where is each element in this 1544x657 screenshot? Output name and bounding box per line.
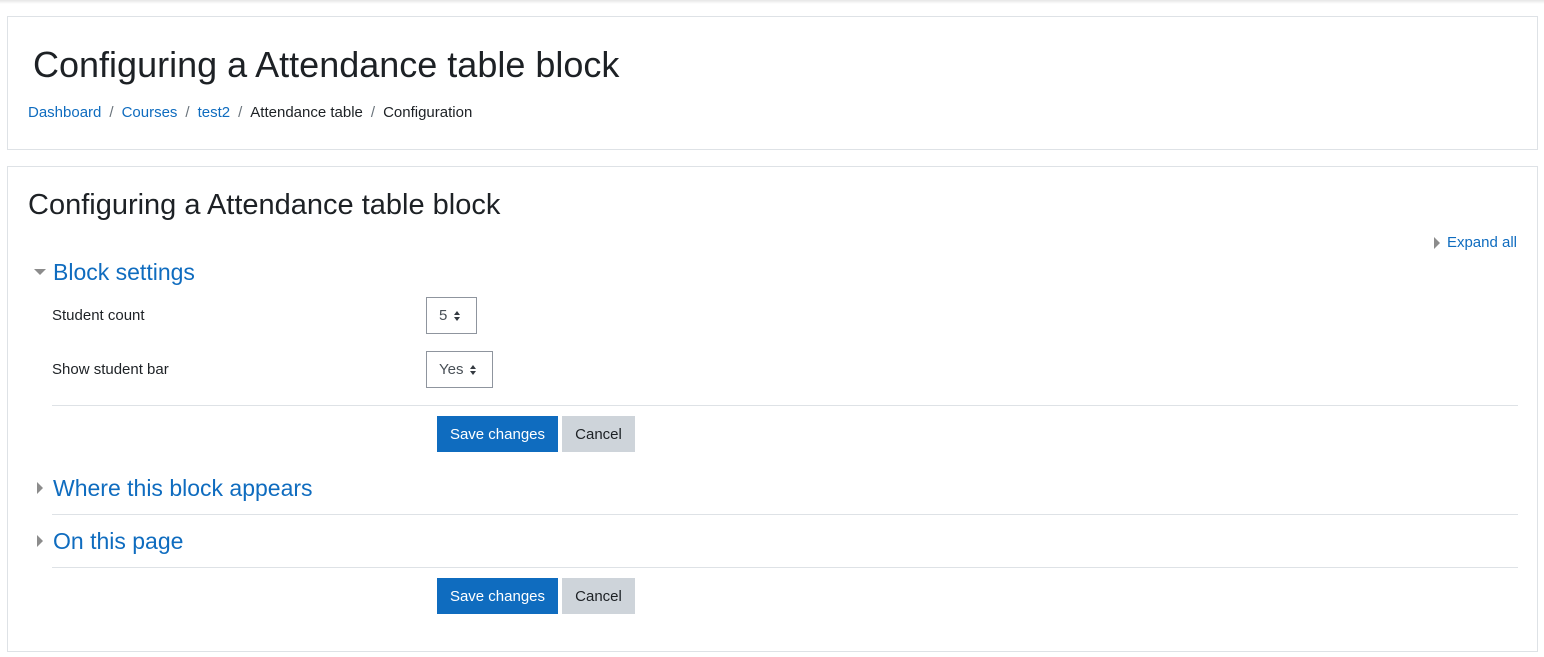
expand-all-label: Expand all bbox=[1446, 234, 1517, 251]
breadcrumb-configuration: Configuration bbox=[383, 104, 473, 121]
page-header-title: Configuring a Attendance table block bbox=[33, 44, 620, 85]
toggle-container bbox=[28, 269, 52, 275]
page-title: Configuring a Attendance table block bbox=[28, 189, 501, 221]
breadcrumb-courses[interactable]: Courses bbox=[122, 103, 178, 123]
divider bbox=[52, 567, 1518, 568]
page-header: Configuring a Attendance table block Das… bbox=[7, 16, 1538, 150]
breadcrumb-separator: / bbox=[238, 104, 243, 121]
section-where-block-appears-label: Where this block appears bbox=[53, 475, 313, 501]
student-count-value: 5 bbox=[439, 307, 448, 324]
breadcrumb-test2[interactable]: test2 bbox=[198, 103, 231, 123]
save-changes-button-bottom[interactable]: Save changes bbox=[437, 578, 558, 614]
section-block-settings[interactable]: Block settings bbox=[28, 257, 195, 287]
caret-right-icon bbox=[1433, 236, 1440, 249]
cancel-button-bottom[interactable]: Cancel bbox=[562, 578, 635, 614]
cancel-button[interactable]: Cancel bbox=[562, 416, 635, 452]
toggle-container bbox=[28, 482, 52, 494]
student-count-label: Student count bbox=[52, 307, 145, 324]
section-where-block-appears[interactable]: Where this block appears bbox=[28, 473, 313, 503]
select-arrows-icon bbox=[454, 310, 461, 321]
caret-right-icon bbox=[37, 535, 43, 547]
show-student-bar-value: Yes bbox=[439, 361, 464, 378]
show-student-bar-label: Show student bar bbox=[52, 361, 169, 378]
breadcrumb-separator: / bbox=[109, 104, 114, 121]
caret-right-icon bbox=[37, 482, 43, 494]
breadcrumb-separator: / bbox=[185, 104, 190, 121]
breadcrumb-dashboard[interactable]: Dashboard bbox=[28, 103, 101, 123]
select-arrows-icon bbox=[470, 364, 477, 375]
show-student-bar-select[interactable]: Yes bbox=[426, 351, 493, 388]
main-content: Configuring a Attendance table block Exp… bbox=[7, 166, 1538, 652]
section-block-settings-label: Block settings bbox=[53, 259, 195, 285]
divider bbox=[52, 405, 1518, 406]
breadcrumb-separator: / bbox=[370, 104, 376, 121]
divider bbox=[52, 514, 1518, 515]
breadcrumb: Dashboard / Courses / test2 / Attendance… bbox=[28, 103, 472, 123]
expand-all-link[interactable]: Expand all bbox=[1433, 234, 1517, 251]
top-shadow bbox=[0, 0, 1544, 4]
save-changes-button[interactable]: Save changes bbox=[437, 416, 558, 452]
student-count-select[interactable]: 5 bbox=[426, 297, 477, 334]
section-on-this-page-label: On this page bbox=[53, 528, 184, 554]
toggle-container bbox=[28, 535, 52, 547]
caret-down-icon bbox=[34, 269, 46, 275]
breadcrumb-attendance-table: Attendance table bbox=[250, 104, 363, 121]
section-on-this-page[interactable]: On this page bbox=[28, 526, 183, 556]
